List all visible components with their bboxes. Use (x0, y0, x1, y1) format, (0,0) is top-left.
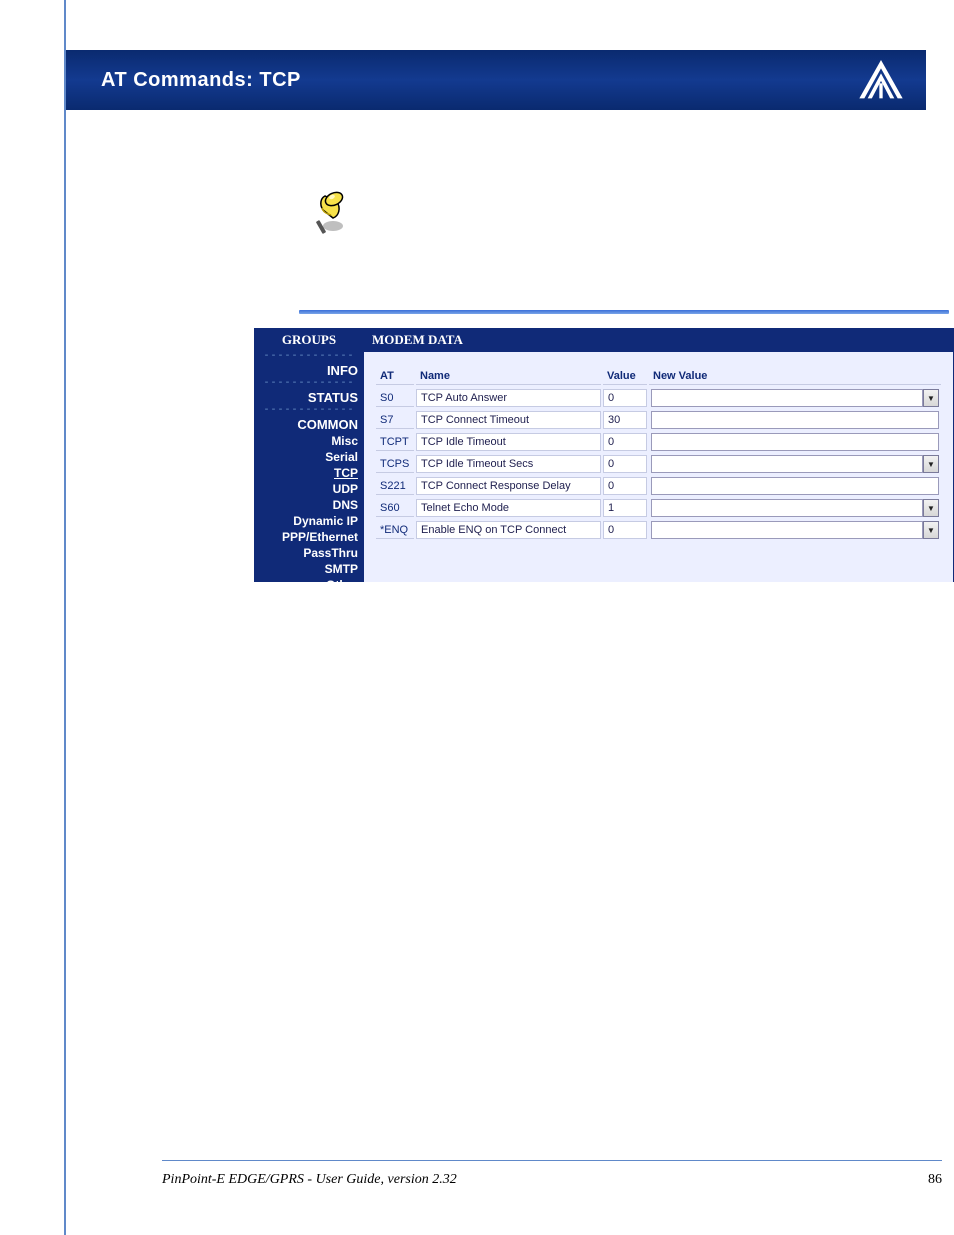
sidebar-item-common[interactable]: COMMON (254, 416, 364, 433)
dropdown-button[interactable]: ▼ (923, 521, 939, 539)
sidebar-item-udp[interactable]: UDP (254, 481, 364, 497)
pushpin-icon (311, 190, 351, 238)
sidebar-item-dns[interactable]: DNS (254, 497, 364, 513)
cell-newvalue (649, 477, 941, 495)
footer-divider (162, 1160, 942, 1161)
cell-at: TCPT (376, 433, 414, 451)
table-row: TCPSTCP Idle Timeout Secs0 ▼ (376, 455, 941, 473)
newvalue-input[interactable] (651, 499, 923, 517)
modem-table: AT Name Value New Value S0TCP Auto Answe… (374, 364, 943, 543)
col-name: Name (416, 368, 601, 385)
newvalue-input[interactable] (651, 433, 939, 451)
newvalue-input[interactable] (651, 455, 923, 473)
cell-at: S0 (376, 389, 414, 407)
page-footer: PinPoint-E EDGE/GPRS - User Guide, versi… (162, 1172, 942, 1188)
brand-logo-icon (856, 58, 906, 102)
cell-name: Telnet Echo Mode (416, 499, 601, 517)
cell-at: TCPS (376, 455, 414, 473)
page-header: AT Commands: TCP (66, 50, 926, 110)
cell-name: TCP Idle Timeout (416, 433, 601, 451)
dropdown-button[interactable]: ▼ (923, 499, 939, 517)
cell-value: 0 (603, 477, 647, 495)
sidebar-item-info[interactable]: INFO (254, 362, 364, 379)
cell-at: *ENQ (376, 521, 414, 539)
group-separator: ------------- (254, 352, 364, 362)
cell-value: 0 (603, 433, 647, 451)
table-row: TCPTTCP Idle Timeout0 (376, 433, 941, 451)
table-row: S0TCP Auto Answer0 ▼ (376, 389, 941, 407)
table-row: S60Telnet Echo Mode1 ▼ (376, 499, 941, 517)
page-title: AT Commands: TCP (101, 69, 301, 92)
sidebar-item-other[interactable]: Other (254, 577, 364, 593)
cell-newvalue: ▼ (649, 499, 941, 517)
newvalue-input[interactable] (651, 389, 923, 407)
cell-value: 0 (603, 521, 647, 539)
footer-page-number: 86 (928, 1172, 942, 1188)
sidebar-item-misc[interactable]: Misc (254, 433, 364, 449)
cell-value: 1 (603, 499, 647, 517)
cell-newvalue (649, 411, 941, 429)
sidebar-item-dynamic-ip[interactable]: Dynamic IP (254, 513, 364, 529)
cell-name: Enable ENQ on TCP Connect (416, 521, 601, 539)
cell-name: TCP Connect Timeout (416, 411, 601, 429)
cell-at: S7 (376, 411, 414, 429)
sidebar-item-smtp[interactable]: SMTP (254, 561, 364, 577)
sidebar-item-status[interactable]: STATUS (254, 389, 364, 406)
groups-header: GROUPS (254, 328, 364, 352)
group-separator: ------------- (254, 379, 364, 389)
cell-value: 0 (603, 389, 647, 407)
table-row: S221TCP Connect Response Delay0 (376, 477, 941, 495)
sidebar-item-tcp[interactable]: TCP (254, 465, 364, 481)
cell-name: TCP Connect Response Delay (416, 477, 601, 495)
newvalue-input[interactable] (651, 411, 939, 429)
cell-newvalue (649, 433, 941, 451)
table-row: S7TCP Connect Timeout30 (376, 411, 941, 429)
modem-panel: MODEM DATA AT Name Value New Value S0TCP… (364, 328, 953, 582)
cell-newvalue: ▼ (649, 521, 941, 539)
config-screenshot: GROUPS -------------INFO-------------STA… (254, 328, 954, 582)
newvalue-input[interactable] (651, 477, 939, 495)
groups-sidebar: GROUPS -------------INFO-------------STA… (254, 328, 364, 582)
section-divider (299, 310, 949, 314)
cell-name: TCP Auto Answer (416, 389, 601, 407)
cell-newvalue: ▼ (649, 389, 941, 407)
sidebar-item-serial[interactable]: Serial (254, 449, 364, 465)
col-at: AT (376, 368, 414, 385)
col-value: Value (603, 368, 647, 385)
cell-newvalue: ▼ (649, 455, 941, 473)
dropdown-button[interactable]: ▼ (923, 389, 939, 407)
sidebar-item-ppp-ethernet[interactable]: PPP/Ethernet (254, 529, 364, 545)
cell-at: S60 (376, 499, 414, 517)
cell-name: TCP Idle Timeout Secs (416, 455, 601, 473)
newvalue-input[interactable] (651, 521, 923, 539)
table-row: *ENQEnable ENQ on TCP Connect0 ▼ (376, 521, 941, 539)
sidebar-item-passthru[interactable]: PassThru (254, 545, 364, 561)
group-separator: ------------- (254, 406, 364, 416)
dropdown-button[interactable]: ▼ (923, 455, 939, 473)
footer-doc-title: PinPoint-E EDGE/GPRS - User Guide, versi… (162, 1172, 457, 1188)
cell-value: 0 (603, 455, 647, 473)
modem-header: MODEM DATA (364, 328, 953, 352)
col-newvalue: New Value (649, 368, 941, 385)
cell-value: 30 (603, 411, 647, 429)
cell-at: S221 (376, 477, 414, 495)
